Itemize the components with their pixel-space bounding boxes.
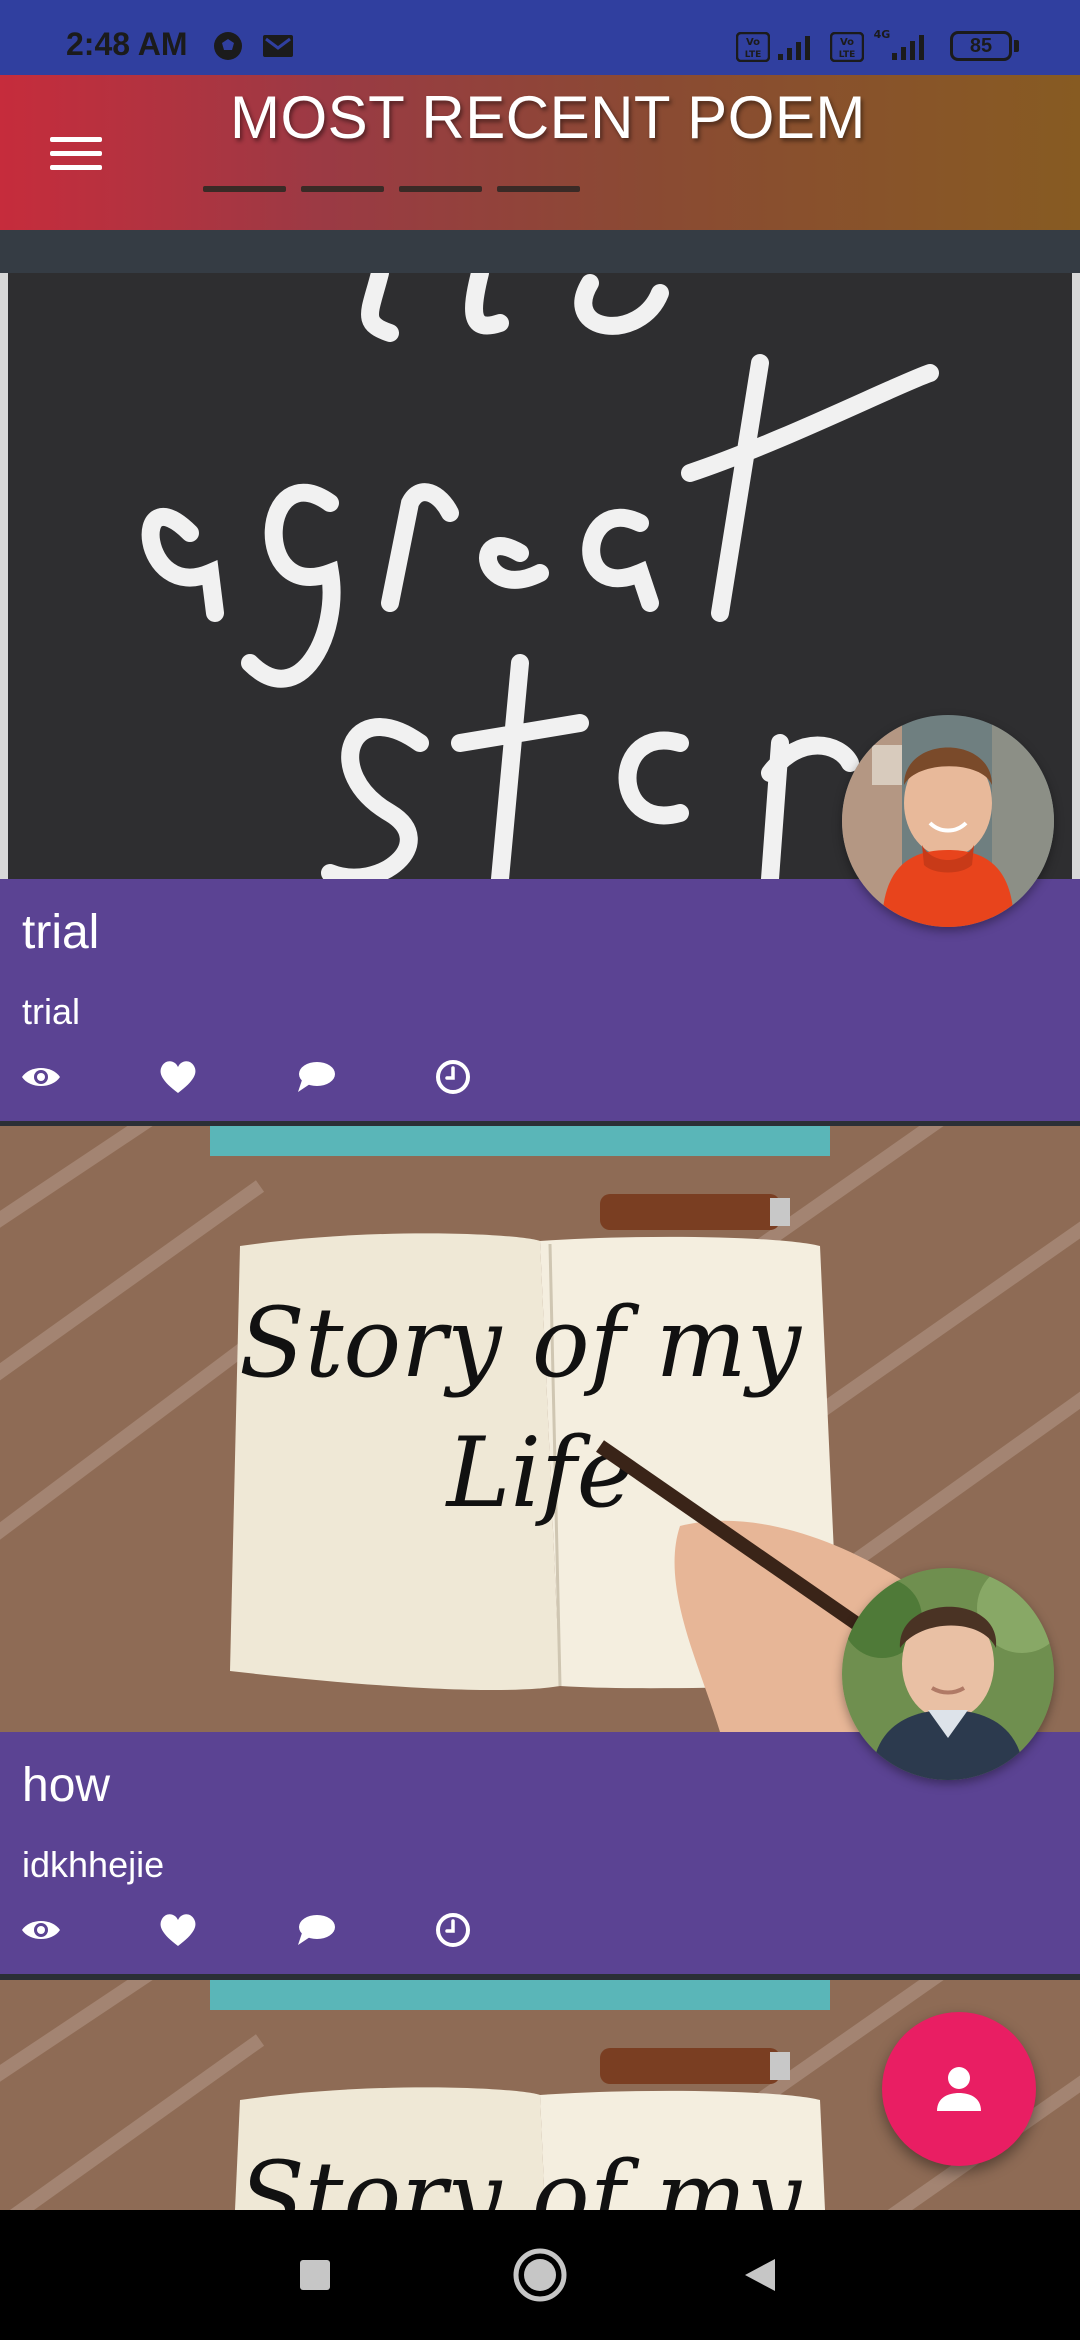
poem-title[interactable]: trial bbox=[22, 905, 99, 960]
author-avatar[interactable] bbox=[842, 715, 1054, 927]
person-icon bbox=[937, 2067, 981, 2111]
poem-card[interactable]: trial trial bbox=[0, 273, 1080, 1121]
soccer-ball-icon bbox=[214, 32, 242, 60]
mail-icon bbox=[263, 35, 293, 57]
author-avatar[interactable] bbox=[842, 1568, 1054, 1780]
recents-button[interactable] bbox=[250, 2210, 380, 2340]
underline-dash bbox=[497, 186, 580, 192]
menu-icon-bar bbox=[50, 136, 102, 142]
svg-text:Vo: Vo bbox=[746, 37, 760, 48]
poem-card[interactable]: Story of my Life how idkhhejie bbox=[0, 1126, 1080, 1974]
poem-title[interactable]: how bbox=[22, 1758, 110, 1813]
poem-subtitle: trial bbox=[22, 991, 81, 1032]
poem-subtitle: idkhhejie bbox=[22, 1844, 165, 1885]
heart-icon bbox=[160, 1914, 196, 1946]
heart-icon bbox=[160, 1061, 196, 1093]
comment-button[interactable] bbox=[296, 1055, 434, 1099]
app-bar: MOST RECENT POEM bbox=[0, 75, 1080, 230]
menu-icon-bar bbox=[50, 150, 102, 156]
clock-icon bbox=[436, 1913, 470, 1947]
signal-icon bbox=[778, 36, 810, 60]
clock-icon bbox=[436, 1060, 470, 1094]
underline-dash bbox=[301, 186, 384, 192]
views-button[interactable] bbox=[20, 1908, 158, 1952]
like-button[interactable] bbox=[158, 1055, 296, 1099]
svg-text:Life: Life bbox=[445, 1417, 634, 1529]
comment-button[interactable] bbox=[296, 1908, 434, 1952]
status-time: 2:48 AM bbox=[66, 26, 188, 62]
eye-icon bbox=[22, 1921, 60, 1939]
views-button[interactable] bbox=[20, 1055, 158, 1099]
comment-icon bbox=[298, 1915, 335, 1945]
signal-4g-icon: 4G bbox=[874, 28, 924, 60]
back-icon bbox=[745, 2259, 775, 2291]
screen: 2:48 AM Vo LTE Vo LTE 4G 85 MOST RECENT … bbox=[0, 0, 1080, 2340]
volte-icon: Vo LTE bbox=[830, 32, 864, 62]
avatar-photo bbox=[842, 715, 1054, 927]
recents-icon bbox=[300, 2260, 330, 2290]
svg-text:Story of my: Story of my bbox=[239, 1287, 803, 1399]
status-bar: 2:48 AM Vo LTE Vo LTE 4G 85 bbox=[0, 0, 1080, 75]
profile-fab-button[interactable] bbox=[882, 2012, 1036, 2166]
back-button[interactable] bbox=[695, 2210, 825, 2340]
page-title: MOST RECENT POEM bbox=[230, 84, 866, 151]
poem-actions bbox=[20, 1055, 572, 1099]
eye-icon bbox=[22, 1068, 60, 1086]
battery-indicator: 85 bbox=[950, 31, 1012, 61]
menu-icon-bar bbox=[50, 164, 102, 170]
header-divider bbox=[0, 230, 1080, 273]
svg-text:Story of my: Story of my bbox=[239, 2141, 803, 2210]
like-button[interactable] bbox=[158, 1908, 296, 1952]
time-button[interactable] bbox=[434, 1908, 572, 1952]
avatar-photo bbox=[842, 1568, 1054, 1780]
battery-tip bbox=[1014, 40, 1019, 52]
home-button[interactable] bbox=[475, 2210, 605, 2340]
title-underline bbox=[203, 186, 580, 192]
home-icon bbox=[513, 2248, 567, 2302]
svg-text:LTE: LTE bbox=[839, 50, 856, 60]
poem-actions bbox=[20, 1908, 572, 1952]
underline-dash bbox=[399, 186, 482, 192]
comment-icon bbox=[298, 1062, 335, 1092]
system-nav-bar bbox=[0, 2210, 1080, 2340]
svg-text:Vo: Vo bbox=[840, 37, 854, 48]
svg-text:4G: 4G bbox=[874, 28, 891, 41]
time-button[interactable] bbox=[434, 1055, 572, 1099]
menu-button[interactable] bbox=[36, 123, 116, 183]
volte-icon: Vo LTE bbox=[736, 32, 770, 62]
svg-text:LTE: LTE bbox=[745, 50, 762, 60]
underline-dash bbox=[203, 186, 286, 192]
